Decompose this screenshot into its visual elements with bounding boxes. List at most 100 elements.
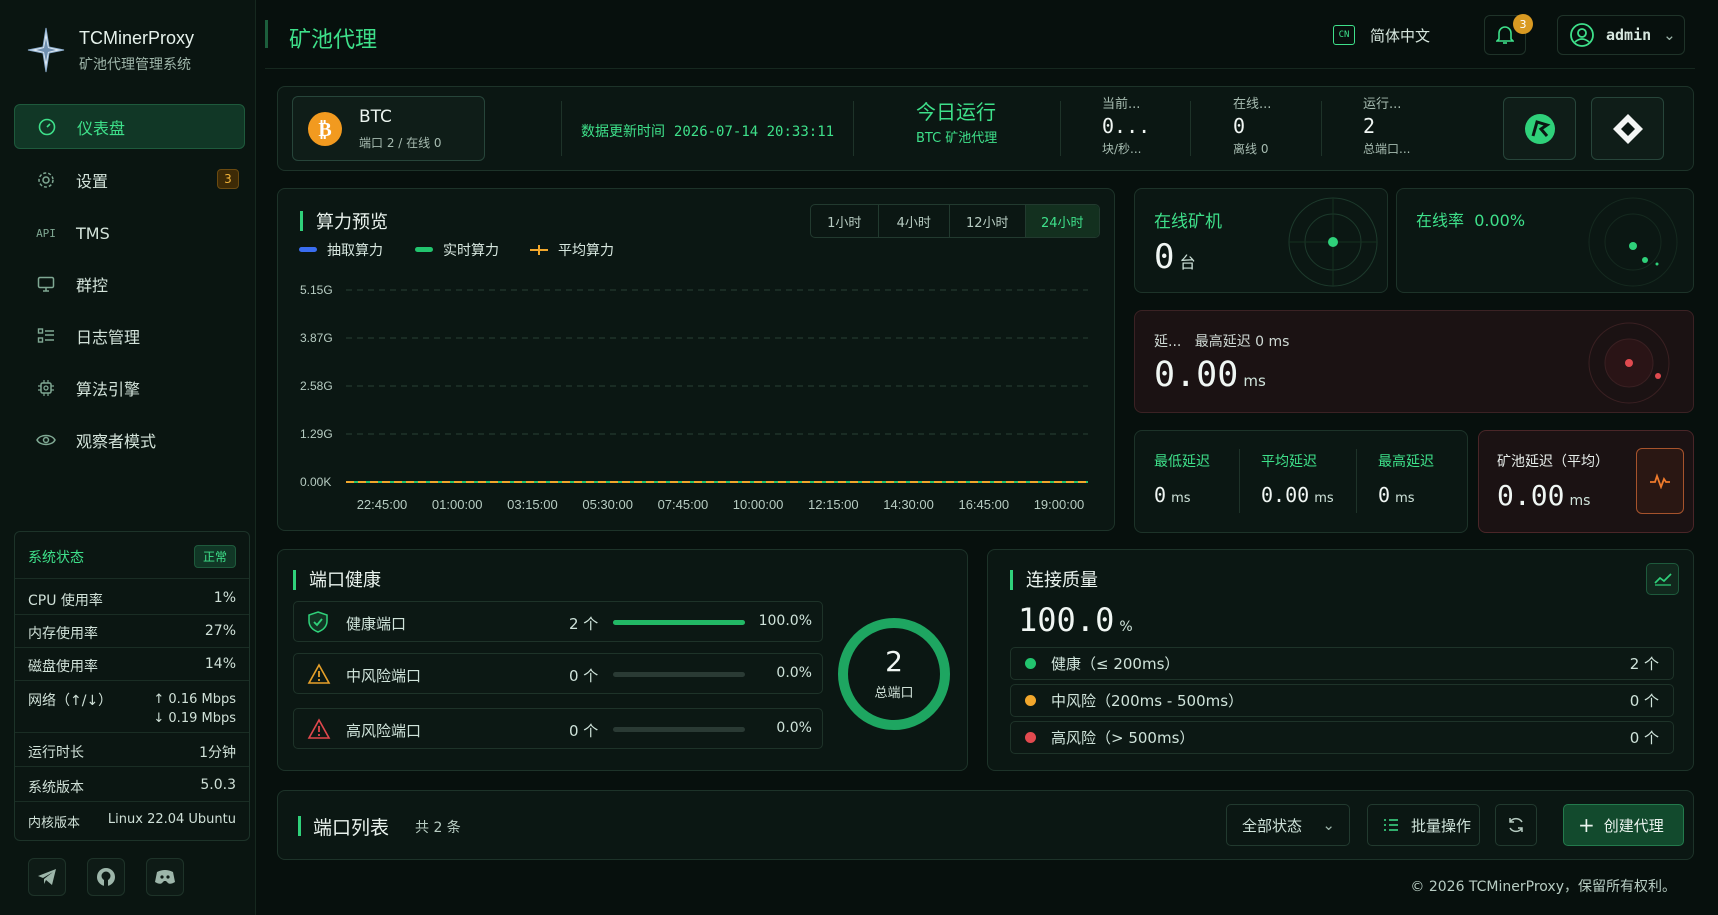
port-count: 2 个 bbox=[569, 615, 599, 633]
quality-label: 高风险（> 500ms） bbox=[1051, 729, 1195, 747]
sidebar-item-observer[interactable]: 观察者模式 bbox=[14, 417, 245, 462]
batch-list-icon bbox=[1384, 819, 1398, 831]
bell-icon bbox=[1496, 26, 1514, 44]
mem-value: 27% bbox=[204, 623, 236, 639]
sidebar-item-dashboard[interactable]: 仪表盘 bbox=[14, 104, 245, 149]
gear-icon bbox=[36, 170, 56, 190]
x-tick-label: 07:45:00 bbox=[658, 497, 709, 512]
status-filter-label: 全部状态 bbox=[1242, 816, 1303, 835]
online-rate-card: 在线率 0.00% bbox=[1396, 188, 1694, 293]
quality-count: 2 个 bbox=[1629, 655, 1659, 673]
x-tick-label: 10:00:00 bbox=[733, 497, 784, 512]
sidebar-item-logs[interactable]: 日志管理 bbox=[14, 313, 245, 358]
port-health-title: 端口健康 bbox=[309, 570, 381, 591]
github-icon bbox=[97, 868, 115, 886]
sidebar-item-label: TMS bbox=[76, 224, 110, 243]
sidebar-item-label: 日志管理 bbox=[76, 327, 141, 347]
notifications-button[interactable]: 3 bbox=[1484, 14, 1533, 55]
max-latency-value: 0 bbox=[1378, 483, 1391, 507]
update-time-value: 2026-07-14 20:33:11 bbox=[673, 124, 835, 140]
latency-label: 延... bbox=[1154, 334, 1182, 350]
latency-max-label: 最高延迟 0 ms bbox=[1194, 334, 1290, 350]
y-tick-label: 3.87G bbox=[300, 331, 333, 345]
x-tick-label: 16:45:00 bbox=[958, 497, 1009, 512]
online-rate: 在线率 0.00% bbox=[1416, 207, 1525, 231]
system-status-badge: 正常 bbox=[193, 545, 236, 568]
online-rate-label: 在线率 bbox=[1416, 211, 1465, 230]
x-tick-label: 03:15:00 bbox=[507, 497, 558, 512]
online-miners-card: 在线矿机 0 台 bbox=[1134, 188, 1388, 293]
refresh-button[interactable] bbox=[1495, 804, 1537, 846]
pool-app-button[interactable] bbox=[1503, 97, 1576, 160]
quality-title: 连接质量 bbox=[1026, 570, 1098, 591]
stat-running: 运行... 2 总端口... bbox=[1363, 93, 1463, 157]
ms-unit: ms bbox=[1314, 491, 1334, 506]
update-time-label: 数据更新时间 bbox=[581, 124, 665, 140]
port-pct: 0.0% bbox=[776, 665, 812, 681]
x-tick-label: 12:15:00 bbox=[808, 497, 859, 512]
trend-chart-button[interactable] bbox=[1646, 563, 1679, 595]
shield-check-icon bbox=[308, 611, 328, 633]
quality-row-medium: 中风险（200ms - 500ms） 0 个 bbox=[1010, 684, 1674, 717]
port-pct: 100.0% bbox=[758, 613, 812, 629]
radar-icon bbox=[1288, 197, 1378, 287]
eye-icon bbox=[36, 430, 56, 450]
stat-sub: 块/秒... bbox=[1102, 142, 1142, 156]
legend-swatch bbox=[415, 247, 433, 252]
stat-label: 当前... bbox=[1102, 97, 1141, 112]
port-pct: 0.0% bbox=[776, 720, 812, 736]
status-dot bbox=[1025, 658, 1036, 669]
diamond-logo-icon bbox=[1612, 113, 1643, 144]
online-miners-unit: 台 bbox=[1179, 253, 1196, 272]
y-tick-label: 2.58G bbox=[300, 379, 333, 393]
coin-selector[interactable]: ₿ BTC 端口 2 / 在线 0 bbox=[292, 96, 485, 161]
avg-latency-label: 平均延迟 bbox=[1261, 454, 1317, 470]
total-ports-value: 2 bbox=[885, 645, 903, 678]
sidebar-item-tms[interactable]: API TMS bbox=[14, 211, 245, 256]
user-avatar-icon bbox=[1570, 23, 1594, 47]
x-tick-label: 01:00:00 bbox=[432, 497, 483, 512]
system-status-panel: 系统状态 正常 CPU 使用率 1% 内存使用率 27% 磁盘使用率 14% 网络（↑… bbox=[14, 531, 250, 841]
discord-button[interactable] bbox=[146, 858, 184, 896]
api-icon: API bbox=[36, 227, 56, 240]
port-bar bbox=[613, 620, 745, 625]
latency-value: 0.00 bbox=[1154, 355, 1239, 395]
user-menu[interactable]: admin ⌄ bbox=[1557, 15, 1685, 55]
stat-label: 在线... bbox=[1233, 97, 1272, 112]
stat-current: 当前... 0... 块/秒... bbox=[1102, 93, 1202, 157]
medium-risk-port-row: 中风险端口 0 个 0.0% bbox=[293, 653, 823, 694]
exchange-app-button[interactable] bbox=[1591, 97, 1664, 160]
sidebar-item-algo-engine[interactable]: 算法引擎 bbox=[14, 365, 245, 410]
sidebar-item-group-control[interactable]: 群控 bbox=[14, 261, 245, 306]
network-up: ↑ 0.16 Mbps bbox=[153, 692, 236, 707]
latency-labels: 延... 最高延迟 0 ms bbox=[1154, 331, 1289, 351]
latency-unit: ms bbox=[1243, 372, 1266, 390]
svg-text:₿: ₿ bbox=[318, 117, 331, 141]
status-filter-dropdown[interactable]: 全部状态 ⌄ bbox=[1226, 804, 1350, 846]
ms-unit: ms bbox=[1171, 491, 1191, 506]
create-proxy-button[interactable]: + 创建代理 bbox=[1563, 804, 1684, 846]
batch-operation-button[interactable]: 批量操作 bbox=[1367, 804, 1480, 846]
language-switcher[interactable]: CN 简体中文 bbox=[1333, 15, 1453, 55]
avg-latency-value: 0.00 bbox=[1261, 483, 1310, 507]
telegram-icon bbox=[38, 869, 56, 885]
warning-icon bbox=[307, 663, 331, 684]
language-icon: CN bbox=[1333, 25, 1355, 45]
quality-count: 0 个 bbox=[1629, 729, 1659, 747]
quality-row-high: 高风险（> 500ms） 0 个 bbox=[1010, 721, 1674, 754]
chevron-down-icon: ⌄ bbox=[1663, 26, 1676, 44]
telegram-button[interactable] bbox=[28, 858, 66, 896]
kernel-label: 内核版本 bbox=[28, 816, 81, 831]
quality-unit: % bbox=[1119, 619, 1133, 635]
pool-logo-icon bbox=[1524, 113, 1555, 144]
y-tick-label: 5.15G bbox=[300, 283, 333, 297]
sidebar-item-settings[interactable]: 设置 3 bbox=[14, 157, 245, 202]
min-latency-value: 0 bbox=[1154, 483, 1167, 507]
github-button[interactable] bbox=[87, 858, 125, 896]
update-time: 数据更新时间 2026-07-14 20:33:11 bbox=[581, 121, 834, 141]
language-label: 简体中文 bbox=[1370, 26, 1431, 45]
stat-label: 运行... bbox=[1363, 97, 1402, 112]
port-label: 高风险端口 bbox=[346, 722, 422, 740]
sidebar: TCMinerProxy 矿池代理管理系统 仪表盘 设置 3 API TMS 群… bbox=[0, 0, 256, 915]
healthy-port-row: 健康端口 2 个 100.0% bbox=[293, 601, 823, 642]
